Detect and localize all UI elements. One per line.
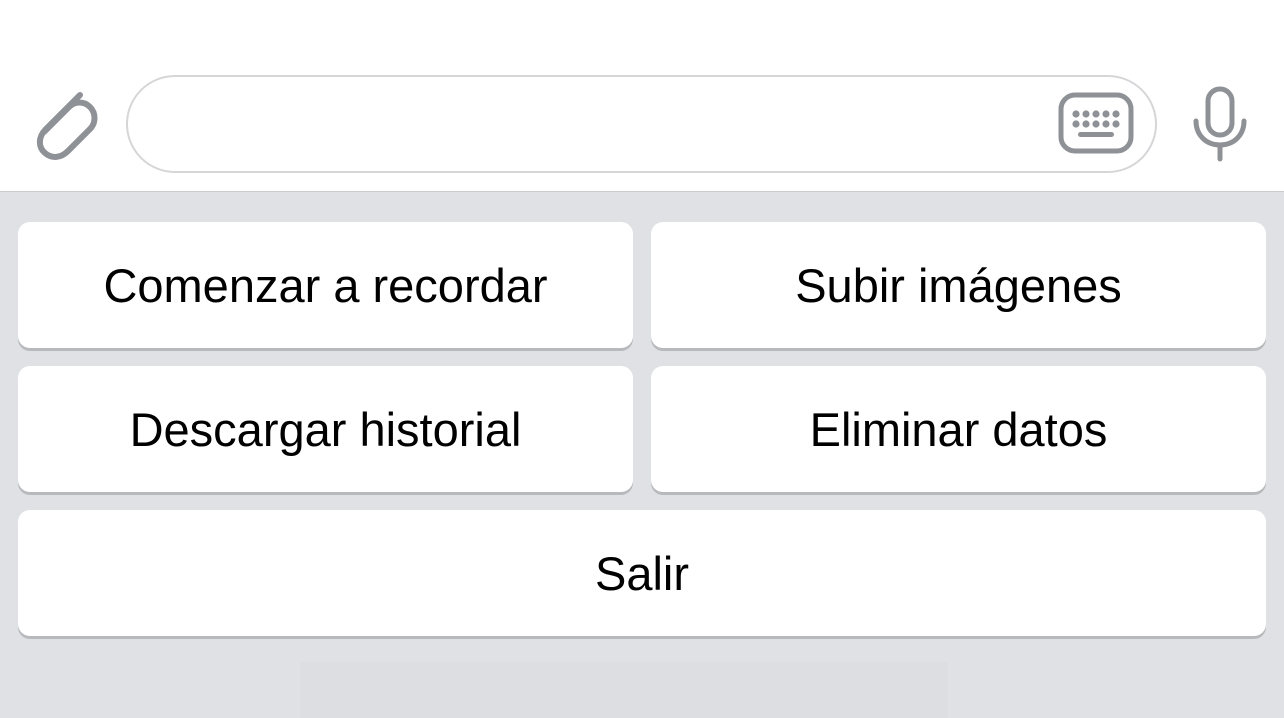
message-input[interactable]: [158, 77, 1062, 173]
attach-button[interactable]: [26, 82, 104, 164]
download-history-button[interactable]: Descargar historial: [18, 366, 633, 492]
upload-images-button[interactable]: Subir imágenes: [651, 222, 1266, 348]
home-indicator-area: [300, 662, 948, 718]
delete-data-button[interactable]: Eliminar datos: [651, 366, 1266, 492]
start-remembering-button[interactable]: Comenzar a recordar: [18, 222, 633, 348]
button-label: Descargar historial: [129, 402, 522, 456]
button-label: Salir: [594, 546, 690, 600]
keyboard-icon: [1058, 92, 1134, 154]
message-composer: [0, 0, 1284, 192]
button-label: Comenzar a recordar: [103, 258, 548, 312]
button-label: Subir imágenes: [795, 258, 1122, 312]
exit-button[interactable]: Salir: [18, 510, 1266, 636]
microphone-button[interactable]: [1180, 82, 1260, 166]
paperclip-icon: [36, 92, 98, 160]
keyboard-toggle-button[interactable]: [1057, 91, 1135, 155]
button-label: Eliminar datos: [809, 402, 1108, 456]
message-input-container[interactable]: [126, 75, 1157, 173]
bot-reply-keyboard: Comenzar a recordar Subir imágenes Desca…: [0, 192, 1284, 718]
microphone-icon: [1193, 86, 1247, 162]
